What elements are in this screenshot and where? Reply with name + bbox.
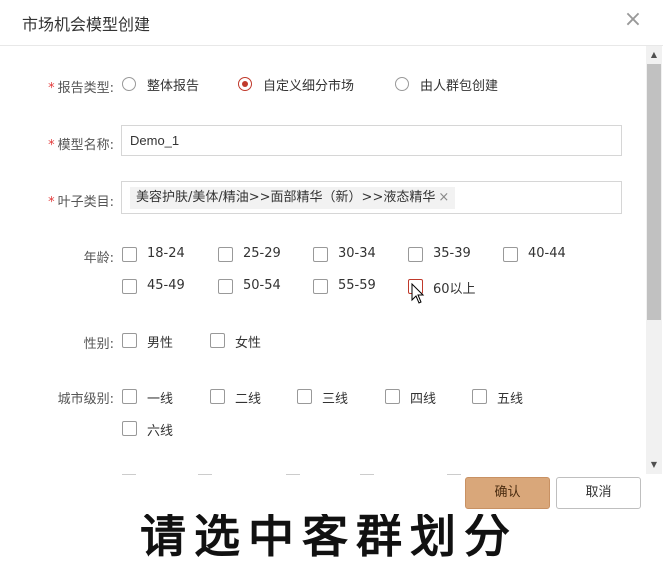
age-option-label: 45-49 bbox=[147, 278, 185, 293]
radio-from-audience-pack[interactable] bbox=[395, 77, 409, 91]
age-checkbox-40-44[interactable] bbox=[503, 247, 518, 262]
dialog-body[interactable]: * 报告类型: 整体报告 自定义细分市场 由人群包创建 * 模型名称: Demo_1… bbox=[0, 46, 645, 474]
age-checkbox-30-34[interactable] bbox=[313, 247, 328, 262]
age-checkbox-35-39[interactable] bbox=[408, 247, 423, 262]
city-checkbox-tier6[interactable] bbox=[122, 421, 137, 436]
tag-close-icon[interactable]: × bbox=[438, 190, 449, 205]
city-checkbox-tier1[interactable] bbox=[122, 389, 137, 404]
age-label: 年龄: bbox=[83, 251, 114, 266]
age-option-label: 55-59 bbox=[338, 278, 376, 293]
report-type-label: * 报告类型: bbox=[48, 81, 114, 96]
city-option-label: 三线 bbox=[322, 392, 349, 407]
city-level-label: 城市级别: bbox=[57, 392, 114, 407]
age-checkbox-45-49[interactable] bbox=[122, 279, 137, 294]
age-checkbox-25-29[interactable] bbox=[218, 247, 233, 262]
city-option-label: 六线 bbox=[147, 424, 174, 439]
vertical-scrollbar[interactable]: ▲ ▼ bbox=[646, 46, 662, 474]
gender-label: 性别: bbox=[83, 337, 114, 352]
leaf-category-select[interactable]: 美容护肤/美体/精油>>面部精华（新）>>液态精华 × bbox=[121, 181, 622, 214]
gender-option-label: 男性 bbox=[147, 336, 174, 351]
city-option-label: 四线 bbox=[410, 392, 437, 407]
city-option-label: 二线 bbox=[235, 392, 262, 407]
age-option-label: 40-44 bbox=[528, 246, 566, 261]
gender-option-label: 女性 bbox=[235, 336, 262, 351]
radio-overall-report[interactable] bbox=[122, 77, 136, 91]
confirm-button[interactable]: 确认 bbox=[465, 477, 550, 509]
city-checkbox-tier3[interactable] bbox=[297, 389, 312, 404]
dialog-header: 市场机会模型创建 × bbox=[0, 0, 663, 46]
model-name-label: * 模型名称: bbox=[48, 138, 114, 153]
age-option-label: 60以上 bbox=[433, 282, 476, 297]
city-checkbox-tier4[interactable] bbox=[385, 389, 400, 404]
dialog-title: 市场机会模型创建 bbox=[22, 15, 151, 34]
city-option-label: 一线 bbox=[147, 392, 174, 407]
category-tag-text: 美容护肤/美体/精油>>面部精华（新）>>液态精华 bbox=[136, 190, 436, 205]
age-option-label: 30-34 bbox=[338, 246, 376, 261]
radio-overall-report-label: 整体报告 bbox=[147, 79, 200, 94]
age-option-label: 35-39 bbox=[433, 246, 471, 261]
scroll-up-arrow-icon[interactable]: ▲ bbox=[646, 48, 662, 62]
required-mark: * bbox=[48, 195, 55, 210]
gender-checkbox-male[interactable] bbox=[122, 333, 137, 348]
scrollbar-thumb[interactable] bbox=[647, 64, 661, 320]
city-checkbox-tier2[interactable] bbox=[210, 389, 225, 404]
city-checkbox-tier5[interactable] bbox=[472, 389, 487, 404]
age-option-label: 50-54 bbox=[243, 278, 281, 293]
category-tag: 美容护肤/美体/精油>>面部精华（新）>>液态精华 × bbox=[130, 187, 456, 209]
leaf-category-label: * 叶子类目: bbox=[48, 195, 114, 210]
model-create-dialog: 市场机会模型创建 × * 报告类型: 整体报告 自定义细分市场 由人群包创建 * 模… bbox=[0, 0, 663, 514]
cancel-button[interactable]: 取消 bbox=[556, 477, 641, 509]
radio-from-audience-pack-label: 由人群包创建 bbox=[420, 79, 499, 94]
age-checkbox-55-59[interactable] bbox=[313, 279, 328, 294]
close-icon[interactable]: × bbox=[623, 9, 643, 31]
age-checkbox-18-24[interactable] bbox=[122, 247, 137, 262]
mouse-pointer-icon bbox=[411, 283, 425, 304]
required-mark: * bbox=[48, 138, 55, 153]
age-checkbox-50-54[interactable] bbox=[218, 279, 233, 294]
gender-checkbox-female[interactable] bbox=[210, 333, 225, 348]
required-mark: * bbox=[48, 81, 55, 96]
age-option-label: 18-24 bbox=[147, 246, 185, 261]
radio-custom-segment-label: 自定义细分市场 bbox=[263, 79, 355, 94]
age-option-label: 25-29 bbox=[243, 246, 281, 261]
scroll-down-arrow-icon[interactable]: ▼ bbox=[646, 458, 662, 472]
city-option-label: 五线 bbox=[497, 392, 524, 407]
radio-custom-segment[interactable] bbox=[238, 77, 252, 91]
model-name-input[interactable]: Demo_1 bbox=[121, 125, 622, 156]
